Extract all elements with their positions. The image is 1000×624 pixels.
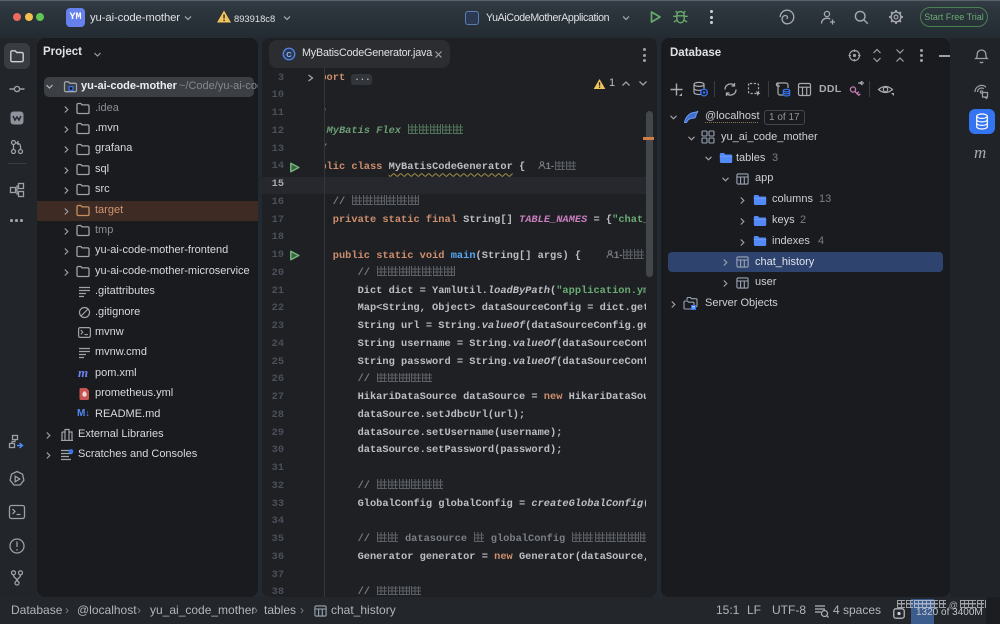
svg-text:C: C bbox=[286, 50, 292, 59]
